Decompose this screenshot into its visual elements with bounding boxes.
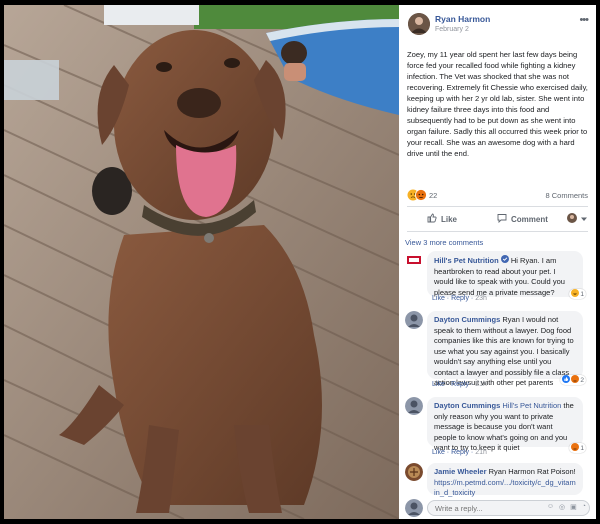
- screenshot-frame: Ryan Harmon February 2 ••• Zoey, my 11 y…: [0, 0, 600, 524]
- comment-like-link[interactable]: Like: [432, 381, 445, 388]
- like-reaction-icon: [562, 375, 571, 385]
- post-date[interactable]: February 2: [435, 26, 469, 33]
- emoji-icon[interactable]: ☺: [547, 503, 554, 511]
- author-name[interactable]: Ryan Harmon: [435, 14, 490, 24]
- like-button[interactable]: Like: [427, 213, 457, 225]
- verified-badge-icon: [500, 255, 511, 265]
- comment-mention[interactable]: Hill's Pet Nutrition: [502, 401, 561, 410]
- write-reply-bar: ☺ ◎ ▣ ◔: [405, 499, 592, 517]
- author-avatar[interactable]: [408, 13, 430, 35]
- comment-bubble: Jamie Wheeler Ryan Harmon Rat Poison! ht…: [427, 463, 583, 497]
- dayton-avatar[interactable]: [405, 397, 423, 415]
- post-actions: Like Comment: [407, 210, 588, 228]
- post-header: Ryan Harmon February 2 •••: [399, 5, 596, 45]
- comment-button[interactable]: Comment: [497, 213, 548, 225]
- comment-reply-link[interactable]: Reply: [451, 295, 469, 302]
- post-text: Zoey, my 11 year old spent her last few …: [407, 50, 588, 158]
- comment-reaction-badge[interactable]: 1: [569, 443, 586, 453]
- sticker-icon[interactable]: ◔: [582, 503, 586, 511]
- current-user-avatar: [405, 499, 423, 517]
- profile-avatar-icon: [567, 213, 577, 225]
- thumbs-up-icon: [427, 213, 437, 225]
- comment-bubble: Dayton Cummings Hill's Pet Nutrition the…: [427, 397, 583, 452]
- comment-reply-link[interactable]: Reply: [451, 449, 469, 456]
- comment-reply-link[interactable]: Reply: [451, 381, 469, 388]
- comment-text: Ryan Harmon Rat Poison!: [488, 467, 576, 476]
- more-horizontal-icon[interactable]: •••: [579, 14, 589, 26]
- sad-angry-reaction-icons: [407, 189, 427, 203]
- post-photo[interactable]: [4, 5, 399, 519]
- divider: [407, 231, 588, 232]
- angry-reaction-icon: [571, 443, 580, 453]
- comment-reaction-badge[interactable]: 1: [569, 289, 586, 299]
- comment: Hill's Pet Nutrition Hi Ryan. I am heart…: [405, 251, 592, 307]
- like-label: Like: [441, 214, 458, 224]
- comment-author[interactable]: Dayton Cummings: [434, 401, 500, 410]
- comment-icon: [497, 213, 507, 225]
- comment-bubble: Hill's Pet Nutrition Hi Ryan. I am heart…: [427, 251, 583, 297]
- angry-reaction-icon: [571, 375, 580, 385]
- audience-selector[interactable]: [567, 213, 587, 225]
- comment-meta: Like · Reply · 21h: [432, 449, 487, 456]
- post-panel: Ryan Harmon February 2 ••• Zoey, my 11 y…: [399, 5, 596, 519]
- comment: Jamie Wheeler Ryan Harmon Rat Poison! ht…: [405, 463, 592, 497]
- dayton-avatar[interactable]: [405, 311, 423, 329]
- comment-text: Ryan I would not speak to them without a…: [434, 315, 574, 387]
- comment-reaction-badge[interactable]: 2: [560, 375, 586, 385]
- comment-author[interactable]: Dayton Cummings: [434, 315, 500, 324]
- comment-time[interactable]: 21h: [475, 449, 487, 456]
- haha-reaction-icon: [571, 289, 580, 299]
- jamie-avatar[interactable]: [405, 463, 423, 481]
- hills-logo-avatar[interactable]: [405, 251, 423, 269]
- comment-reaction-count: 1: [580, 444, 584, 452]
- dog-photo-illustration: [4, 5, 399, 519]
- comment-reaction-count: 1: [580, 290, 584, 298]
- comment: Dayton Cummings Ryan I would not speak t…: [405, 311, 592, 393]
- comment-meta: Like · Reply · 21h: [432, 381, 487, 388]
- comment-label: Comment: [511, 214, 548, 224]
- comment-author[interactable]: Jamie Wheeler: [434, 467, 487, 476]
- gif-icon[interactable]: ▣: [570, 503, 577, 511]
- reactions-summary[interactable]: 22 8 Comments: [407, 189, 588, 203]
- comment-time[interactable]: 23h: [475, 295, 487, 302]
- divider: [407, 206, 588, 207]
- reaction-count: 22: [429, 191, 438, 200]
- comment-bubble: Dayton Cummings Ryan I would not speak t…: [427, 311, 583, 387]
- comment-author[interactable]: Hill's Pet Nutrition: [434, 256, 499, 265]
- comment: Dayton Cummings Hill's Pet Nutrition the…: [405, 397, 592, 459]
- comment-time[interactable]: 21h: [475, 381, 487, 388]
- comment-like-link[interactable]: Like: [432, 295, 445, 302]
- view-more-comments-link[interactable]: View 3 more comments: [405, 238, 483, 247]
- camera-icon[interactable]: ◎: [559, 503, 565, 511]
- comment-link[interactable]: https://m.petmd.com/.../toxicity/c_dg_vi…: [434, 478, 576, 499]
- comment-reaction-count: 2: [580, 376, 584, 384]
- comments-count[interactable]: 8 Comments: [545, 191, 588, 200]
- comment-meta: Like · Reply · 23h: [432, 295, 487, 302]
- reply-tools: ☺ ◎ ▣ ◔: [547, 503, 586, 511]
- comment-like-link[interactable]: Like: [432, 449, 445, 456]
- dropdown-caret-icon: [581, 215, 587, 224]
